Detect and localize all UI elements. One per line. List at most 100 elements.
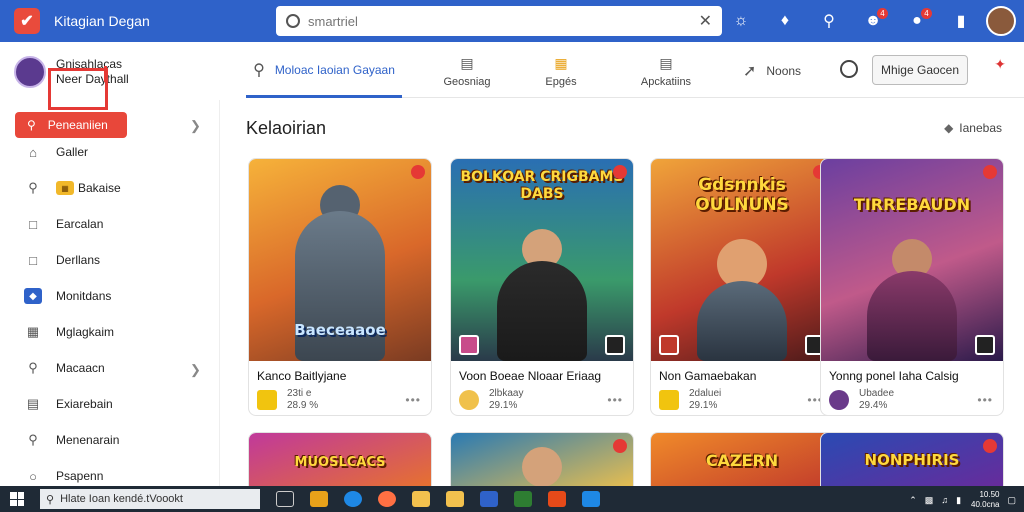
sidebar-item-macaacn[interactable]: ⚲ Macaacn — [24, 356, 104, 380]
sidebar-item-mglagkaim[interactable]: ▦ Mglagkaim — [24, 320, 114, 344]
game-art: Baeceaaoe — [249, 159, 431, 361]
edge-browser-icon[interactable] — [344, 491, 362, 507]
game-card[interactable]: Baeceaaoe Kanco Baitlyjane 23ti e 28.9 %… — [248, 158, 432, 416]
more-icon[interactable]: ••• — [977, 393, 993, 407]
sidebar-item-label: Earcalan — [56, 217, 104, 231]
game-card[interactable]: MUOSLCACS — [248, 432, 432, 494]
game-card[interactable]: CAZERN — [650, 432, 834, 494]
controller-icon[interactable]: ▮ — [946, 6, 976, 36]
clock[interactable]: 10.50 40.0cna — [971, 490, 999, 510]
card-meta: 23ti e 28.9 % ••• — [257, 385, 431, 415]
message-icon[interactable]: ● 4 — [902, 6, 932, 36]
message-badge: 4 — [921, 8, 932, 19]
sidebar-item-bakaise[interactable]: ⚲ ▦ Bakaise — [24, 176, 121, 200]
taskbar-search[interactable]: ⚲ Hlate Ioan kendé.tVoookt — [40, 489, 260, 509]
firefox-icon[interactable] — [378, 491, 396, 507]
card-line2: 29.1% — [689, 400, 718, 411]
tab-apckatiins[interactable]: ▤ Apckatiins — [626, 44, 706, 98]
system-tray: ⌃ ▩ ♫ ▮ 10.50 40.0cna ▢ — [901, 490, 1016, 510]
tab-search-icon[interactable] — [840, 60, 858, 78]
search-icon: ⚲ — [27, 118, 36, 132]
sidebar-item-label: Monitdans — [56, 289, 112, 303]
more-icon[interactable]: ••• — [607, 393, 623, 407]
chevron-up-icon[interactable]: ⌃ — [909, 495, 917, 506]
platform-icon — [975, 335, 995, 355]
search-bar[interactable]: ✕ — [276, 6, 722, 36]
tab-noons[interactable]: ➚ Noons — [738, 44, 806, 98]
sidebar-item-psapenn[interactable]: ○ Psapenn — [24, 464, 103, 488]
notification-icon[interactable]: ▢ — [1007, 495, 1016, 506]
card-title: Non Gamaebakan — [659, 369, 757, 383]
search-icon: ⚲ — [28, 180, 38, 195]
sidebar-item-label: Exiarebain — [56, 397, 113, 411]
sidebar-item-earcalan[interactable]: □ Earcalan — [24, 212, 103, 236]
game-card[interactable]: BOLKOAR CRIGBAMS DABS Voon Boeae Nloaar … — [450, 158, 634, 416]
sidebar-item-derllans[interactable]: □ Derllans — [24, 248, 100, 272]
rating-icon — [459, 335, 479, 355]
avatar[interactable] — [986, 6, 1016, 36]
bulb-icon: ○ — [29, 468, 37, 484]
profile-block[interactable]: Gnisahlacas Neer Daythall — [14, 52, 214, 92]
game-logo: Gdsnnkis OULNUNS — [695, 175, 789, 215]
file-explorer-icon[interactable] — [412, 491, 430, 507]
flag-icon[interactable]: ✦ — [994, 56, 1006, 73]
sidebar-item-galler[interactable]: ⌂ Galler — [24, 140, 88, 164]
tab-label: Noons — [766, 64, 802, 78]
more-icon[interactable]: ••• — [405, 393, 421, 407]
section-link[interactable]: ◆ Ianebas — [944, 121, 1002, 135]
network-icon[interactable]: ▩ — [925, 495, 934, 506]
search-icon: ⚲ — [253, 61, 265, 79]
sidebar-item-menenarain[interactable]: ⚲ Menenarain — [24, 428, 119, 452]
game-logo: Baeceaaoe — [294, 321, 386, 339]
battery-icon[interactable]: ▮ — [956, 495, 961, 506]
chevron-right-icon[interactable]: ❯ — [190, 362, 201, 378]
card-title: Kanco Baitlyjane — [257, 369, 347, 383]
gift-icon[interactable]: ♦ — [770, 6, 800, 36]
clock-date: 40.0cna — [971, 500, 1000, 509]
taskbar: ⚲ Hlate Ioan kendé.tVoookt ⌃ ▩ ♫ ▮ 10.50… — [0, 486, 1024, 512]
office-app-icon[interactable] — [548, 491, 566, 507]
store-app-icon[interactable] — [480, 491, 498, 507]
game-card[interactable]: NONPHIRIS — [820, 432, 1004, 494]
platform-icon — [605, 335, 625, 355]
badge-icon — [613, 439, 627, 453]
sidebar-item-exiarebain[interactable]: ▤ Exiarebain — [24, 392, 113, 416]
chevron-right-icon[interactable]: ❯ — [190, 118, 201, 134]
card-line1: Ubadee — [859, 388, 895, 399]
search-icon: ⚲ — [28, 432, 38, 447]
sidebar-item-label: Bakaise — [78, 181, 121, 195]
top-actions: ☼ ♦ ⚲ ☻ 4 ● 4 ▮ — [712, 0, 1016, 42]
app-icon[interactable] — [582, 491, 600, 507]
sidebar-item-monitdans[interactable]: ◆ Monitdans — [24, 284, 111, 308]
user-notify-icon[interactable]: ☻ 4 — [858, 6, 888, 36]
selection-highlight — [48, 68, 108, 110]
sidebar-primary-button[interactable]: ⚲ Peneaniien — [15, 112, 127, 138]
game-card[interactable]: TIRREBAUDN Yonng ponel Iaha Calsig Ubade… — [820, 158, 1004, 416]
manage-button[interactable]: Mhige Gaocen — [872, 55, 968, 85]
selection-marker — [104, 66, 107, 82]
tab-epges[interactable]: ▦ Epgés — [526, 44, 596, 98]
badge-icon — [613, 165, 627, 179]
document-icon: ▤ — [460, 54, 474, 71]
tab-geosniag[interactable]: ▤ Geosniag — [432, 44, 502, 98]
grid-icon: ▦ — [26, 324, 40, 339]
game-card[interactable] — [450, 432, 634, 494]
windows-start-icon[interactable] — [10, 492, 24, 506]
task-view-icon[interactable] — [276, 491, 294, 507]
game-art — [451, 433, 633, 493]
clear-search-icon[interactable]: ✕ — [699, 11, 712, 31]
volume-icon[interactable]: ♫ — [941, 495, 948, 505]
folder-app-icon[interactable] — [446, 491, 464, 507]
tab-main[interactable]: ⚲ Moloac Iaoian Gayaan — [246, 44, 402, 98]
photos-app-icon[interactable] — [310, 491, 328, 507]
search-top-icon[interactable]: ⚲ — [814, 6, 844, 36]
profile-avatar — [14, 56, 46, 88]
search-input[interactable] — [308, 13, 688, 29]
compass-icon[interactable]: ☼ — [726, 6, 756, 36]
monitor-icon: ◆ — [24, 288, 42, 304]
excel-app-icon[interactable] — [514, 491, 532, 507]
game-card[interactable]: Gdsnnkis OULNUNS Non Gamaebakan 2daluei … — [650, 158, 834, 416]
game-art: MUOSLCACS — [249, 433, 431, 493]
app-logo-icon[interactable]: ✔ — [14, 8, 40, 34]
game-logo: MUOSLCACS — [294, 455, 386, 470]
